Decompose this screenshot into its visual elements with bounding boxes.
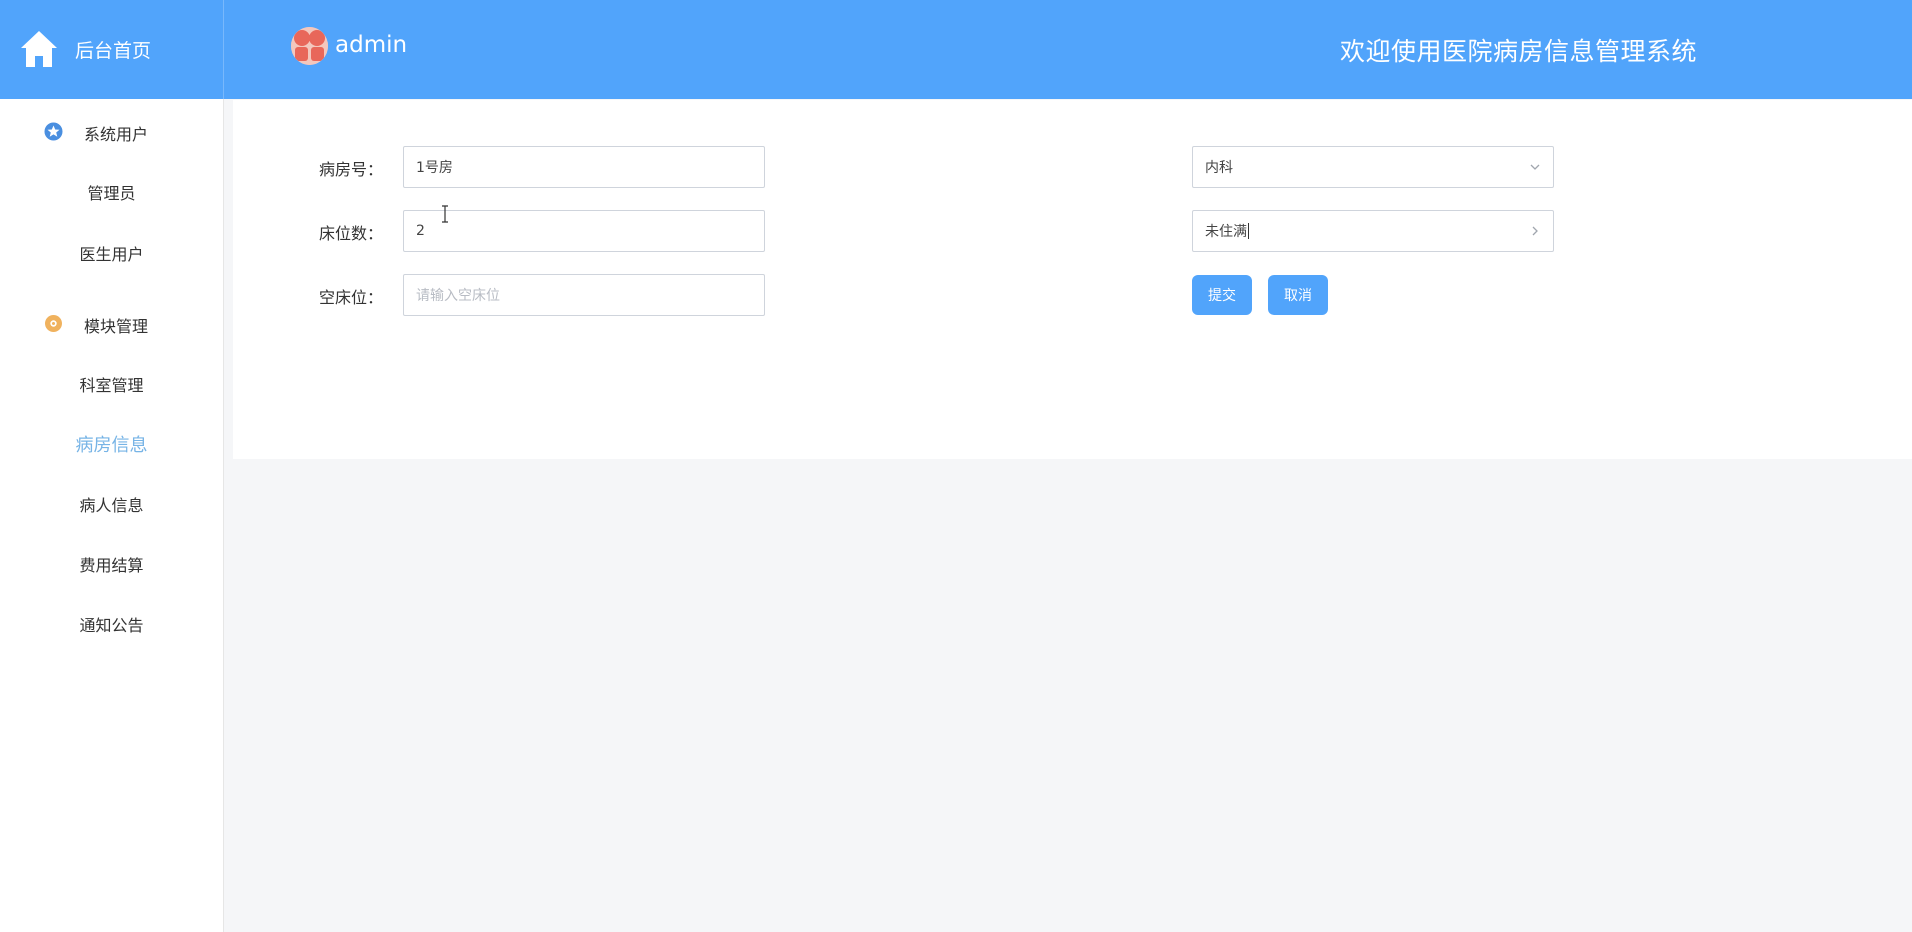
gear-badge-icon <box>45 315 62 332</box>
cancel-button[interactable]: 取消 <box>1268 275 1328 315</box>
sidebar-group-module-management[interactable]: 模块管理 <box>0 303 223 343</box>
sidebar-item-patient-info[interactable]: 病人信息 <box>0 486 223 526</box>
room-number-value: 1号房 <box>416 160 453 176</box>
sidebar-item-notices[interactable]: 通知公告 <box>0 606 223 646</box>
text-cursor-icon <box>442 205 448 223</box>
top-header: 后台首页 admin 欢迎使用医院病房信息管理系统 <box>0 0 1912 99</box>
username[interactable]: admin <box>335 32 407 58</box>
sidebar-item-fee-settlement[interactable]: 费用结算 <box>0 546 223 586</box>
empty-beds-input[interactable]: 请输入空床位 <box>403 274 765 316</box>
department-value: 内科 <box>1205 160 1233 176</box>
sidebar-item-admin[interactable]: 管理员 <box>0 174 223 214</box>
bed-count-label: 床位数： <box>318 224 383 243</box>
department-select[interactable]: 内科 <box>1192 146 1554 188</box>
chevron-right-icon <box>1532 226 1538 236</box>
sidebar-group-label: 系统用户 <box>84 125 149 144</box>
chevron-down-icon <box>1530 164 1540 170</box>
star-badge-icon <box>44 122 63 141</box>
system-title: 欢迎使用医院病房信息管理系统 <box>1340 37 1698 66</box>
status-value: 未住满 <box>1205 224 1247 240</box>
sidebar-item-ward-info[interactable]: 病房信息 <box>0 426 223 466</box>
home-icon <box>21 31 57 67</box>
home-label: 后台首页 <box>75 40 152 62</box>
avatar[interactable] <box>291 27 328 65</box>
room-number-label: 病房号： <box>318 160 383 179</box>
bed-count-input[interactable]: 2 <box>403 210 765 252</box>
status-select[interactable]: 未住满 <box>1192 210 1554 252</box>
sidebar-group-system-users[interactable]: 系统用户 <box>0 111 223 151</box>
sidebar: 系统用户 管理员 医生用户 模块管理 科室管理 病房信息 病人信息 费用结算 通… <box>0 99 224 932</box>
bed-count-value: 2 <box>416 223 425 239</box>
room-number-input[interactable]: 1号房 <box>403 146 765 188</box>
sidebar-item-doctor-users[interactable]: 医生用户 <box>0 235 223 275</box>
sidebar-group-label: 模块管理 <box>84 317 149 336</box>
empty-beds-placeholder: 请输入空床位 <box>416 288 500 304</box>
sidebar-item-department-management[interactable]: 科室管理 <box>0 366 223 406</box>
submit-button[interactable]: 提交 <box>1192 275 1252 315</box>
empty-beds-label: 空床位： <box>318 288 383 307</box>
home-link[interactable]: 后台首页 <box>0 0 224 99</box>
ward-form-card: 病房号： 1号房 床位数： 2 空床位： 请输入空床位 所属科室： 内科 状态：… <box>233 100 1912 459</box>
avatar-icon <box>291 27 328 65</box>
text-caret <box>1248 223 1249 239</box>
